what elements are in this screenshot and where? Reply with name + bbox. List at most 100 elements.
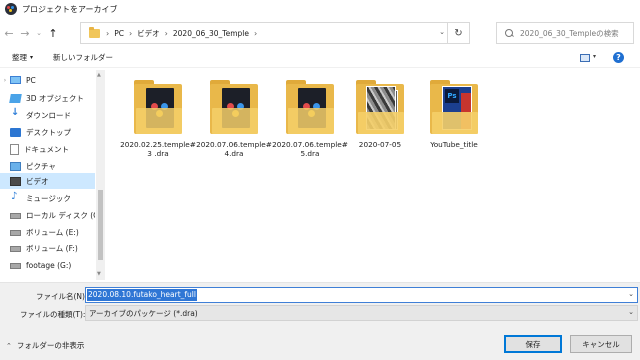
- sidebar-item-label: ビデオ: [26, 176, 49, 186]
- sidebar-item-label: デスクトップ: [26, 127, 71, 137]
- pictures-icon: [10, 161, 21, 171]
- sidebar-item-label: ローカル ディスク (C: [26, 210, 95, 220]
- filename-value[interactable]: 2020.08.10.futako_heart_full: [87, 289, 197, 301]
- breadcrumb-separator[interactable]: ›: [254, 29, 257, 38]
- sidebar-scrollbar-thumb[interactable]: [98, 190, 103, 260]
- sidebar-item-pc[interactable]: › PC: [0, 72, 95, 88]
- folder-icon: [89, 26, 100, 38]
- address-dropdown-icon[interactable]: ⌄: [439, 28, 445, 36]
- file-label: YouTube_title: [430, 140, 478, 149]
- sidebar-item-label: ボリューム (E:): [26, 227, 79, 237]
- folder-item[interactable]: 2020-07-05: [340, 78, 420, 168]
- expand-chevron-icon[interactable]: ›: [0, 77, 10, 84]
- search-icon: [505, 28, 514, 38]
- window-title: プロジェクトをアーカイブ: [22, 4, 118, 14]
- filetype-label: ファイルの種類(T):: [20, 310, 86, 319]
- filetype-dropdown-icon[interactable]: ⌄: [628, 308, 634, 316]
- filetype-select[interactable]: アーカイブのパッケージ (*.dra) ⌄: [85, 305, 638, 321]
- breadcrumb-separator[interactable]: ›: [165, 29, 168, 38]
- sidebar-item-label: ボリューム (F:): [26, 243, 78, 253]
- sidebar-item-label: ピクチャ: [26, 161, 56, 171]
- drive-icon: [10, 246, 21, 252]
- 3d-objects-icon: [9, 93, 22, 103]
- drive-icon: [10, 213, 21, 219]
- folder-item[interactable]: Ps YouTube_title: [414, 78, 494, 168]
- sidebar-item-downloads[interactable]: ダウンロード: [0, 107, 95, 123]
- save-form-area: ファイル名(N): 2020.08.10.futako_heart_full ⌄…: [0, 282, 640, 360]
- pc-icon: [10, 76, 21, 84]
- title-bar: プロジェクトをアーカイブ: [0, 0, 640, 18]
- sidebar-item-music[interactable]: ミュージック: [0, 190, 95, 206]
- sidebar-item-label: ダウンロード: [26, 110, 71, 120]
- hide-folders-toggle[interactable]: ⌃ フォルダーの非表示: [6, 340, 84, 351]
- file-label: 2020.07.06.temple#4.dra: [196, 140, 272, 158]
- filename-label: ファイル名(N):: [36, 292, 88, 301]
- save-button[interactable]: 保存: [504, 335, 562, 353]
- photoshop-folder-icon: Ps: [424, 78, 484, 134]
- file-item[interactable]: 2020.07.06.temple#4.dra: [194, 78, 274, 168]
- back-arrow-icon[interactable]: ←: [2, 26, 16, 40]
- refresh-icon[interactable]: ↻: [447, 23, 469, 43]
- search-input[interactable]: 2020_06_30_Templeの検索: [496, 22, 634, 44]
- file-item[interactable]: 2020.07.06.temple#5.dra: [270, 78, 350, 168]
- breadcrumb-pc[interactable]: PC: [114, 29, 124, 38]
- search-placeholder: 2020_06_30_Templeの検索: [520, 28, 619, 38]
- sidebar-item-documents[interactable]: ドキュメント: [0, 141, 95, 157]
- sidebar-item-label: 3D オブジェクト: [26, 93, 84, 103]
- navigation-pane: › PC 3D オブジェクト ダウンロード デスクトップ ドキュメント ピクチャ…: [0, 70, 105, 280]
- videos-icon: [10, 176, 21, 186]
- breadcrumb-current-folder[interactable]: 2020_06_30_Temple: [173, 29, 249, 38]
- chevron-up-icon: ⌃: [6, 341, 12, 350]
- forward-arrow-icon[interactable]: →: [18, 26, 32, 40]
- organize-caret-icon[interactable]: ▾: [30, 54, 33, 61]
- sidebar-item-label: ミュージック: [26, 193, 71, 203]
- filename-history-dropdown-icon[interactable]: ⌄: [628, 290, 634, 298]
- drive-icon: [10, 230, 21, 236]
- up-arrow-icon[interactable]: ↑: [46, 26, 60, 40]
- sidebar-item-label: footage (G:): [26, 260, 72, 270]
- sidebar-item-desktop[interactable]: デスクトップ: [0, 124, 95, 140]
- sidebar-item-pictures[interactable]: ピクチャ: [0, 158, 95, 174]
- resolve-archive-folder-icon: [128, 78, 188, 134]
- sidebar-item-label: ドキュメント: [24, 144, 69, 154]
- view-options-icon[interactable]: [580, 54, 590, 62]
- file-label: 2020-07-05: [358, 140, 402, 149]
- hide-folders-label: フォルダーの非表示: [16, 341, 85, 350]
- breadcrumb-separator[interactable]: ›: [129, 29, 132, 38]
- desktop-icon: [10, 127, 21, 137]
- scroll-down-icon[interactable]: ▼: [97, 271, 101, 277]
- sidebar-item-label: PC: [26, 75, 36, 85]
- help-icon[interactable]: ?: [613, 52, 624, 63]
- file-item[interactable]: 2020.02.25.temple# 3 .dra: [118, 78, 198, 168]
- command-toolbar: 整理 ▾ 新しいフォルダー ▾ ?: [0, 48, 640, 68]
- sidebar-item-local-disk-c[interactable]: ローカル ディスク (C: [0, 207, 95, 223]
- address-bar[interactable]: › PC › ビデオ › 2020_06_30_Temple › ⌄ ↻: [80, 22, 470, 44]
- music-icon: [10, 191, 21, 203]
- file-list: 2020.02.25.temple# 3 .dra 2020.07.06.tem…: [108, 70, 640, 280]
- photo-folder-icon: [350, 78, 410, 134]
- sidebar-item-volume-e[interactable]: ボリューム (E:): [0, 224, 95, 240]
- sidebar-item-volume-f[interactable]: ボリューム (F:): [0, 240, 95, 256]
- sidebar-item-3d-objects[interactable]: 3D オブジェクト: [0, 90, 95, 106]
- organize-button[interactable]: 整理: [12, 52, 27, 63]
- new-folder-button[interactable]: 新しいフォルダー: [53, 52, 113, 63]
- filename-field[interactable]: 2020.08.10.futako_heart_full ⌄: [85, 287, 638, 303]
- filetype-value: アーカイブのパッケージ (*.dra): [89, 308, 198, 318]
- save-dialog: プロジェクトをアーカイブ ← → ⌄ ↑ › PC › ビデオ › 2020_0…: [0, 0, 640, 360]
- scroll-up-icon[interactable]: ▲: [97, 72, 101, 78]
- file-label: 2020.07.06.temple#5.dra: [272, 140, 348, 158]
- navigation-row: ← → ⌄ ↑ › PC › ビデオ › 2020_06_30_Temple ›…: [0, 20, 640, 46]
- resolve-archive-folder-icon: [204, 78, 264, 134]
- breadcrumb-separator: ›: [106, 28, 110, 38]
- sidebar-item-videos[interactable]: ビデオ: [0, 173, 95, 189]
- drive-icon: [10, 263, 21, 269]
- sidebar-item-footage-g[interactable]: footage (G:): [0, 257, 95, 273]
- view-options-caret-icon[interactable]: ▾: [593, 53, 596, 60]
- resolve-archive-folder-icon: [280, 78, 340, 134]
- cancel-button[interactable]: キャンセル: [570, 335, 632, 353]
- breadcrumb-videos[interactable]: ビデオ: [137, 28, 160, 39]
- download-icon: [10, 107, 21, 120]
- davinci-resolve-icon: [5, 3, 17, 15]
- document-icon: [10, 143, 19, 155]
- recent-locations-dropdown-icon[interactable]: ⌄: [34, 26, 44, 40]
